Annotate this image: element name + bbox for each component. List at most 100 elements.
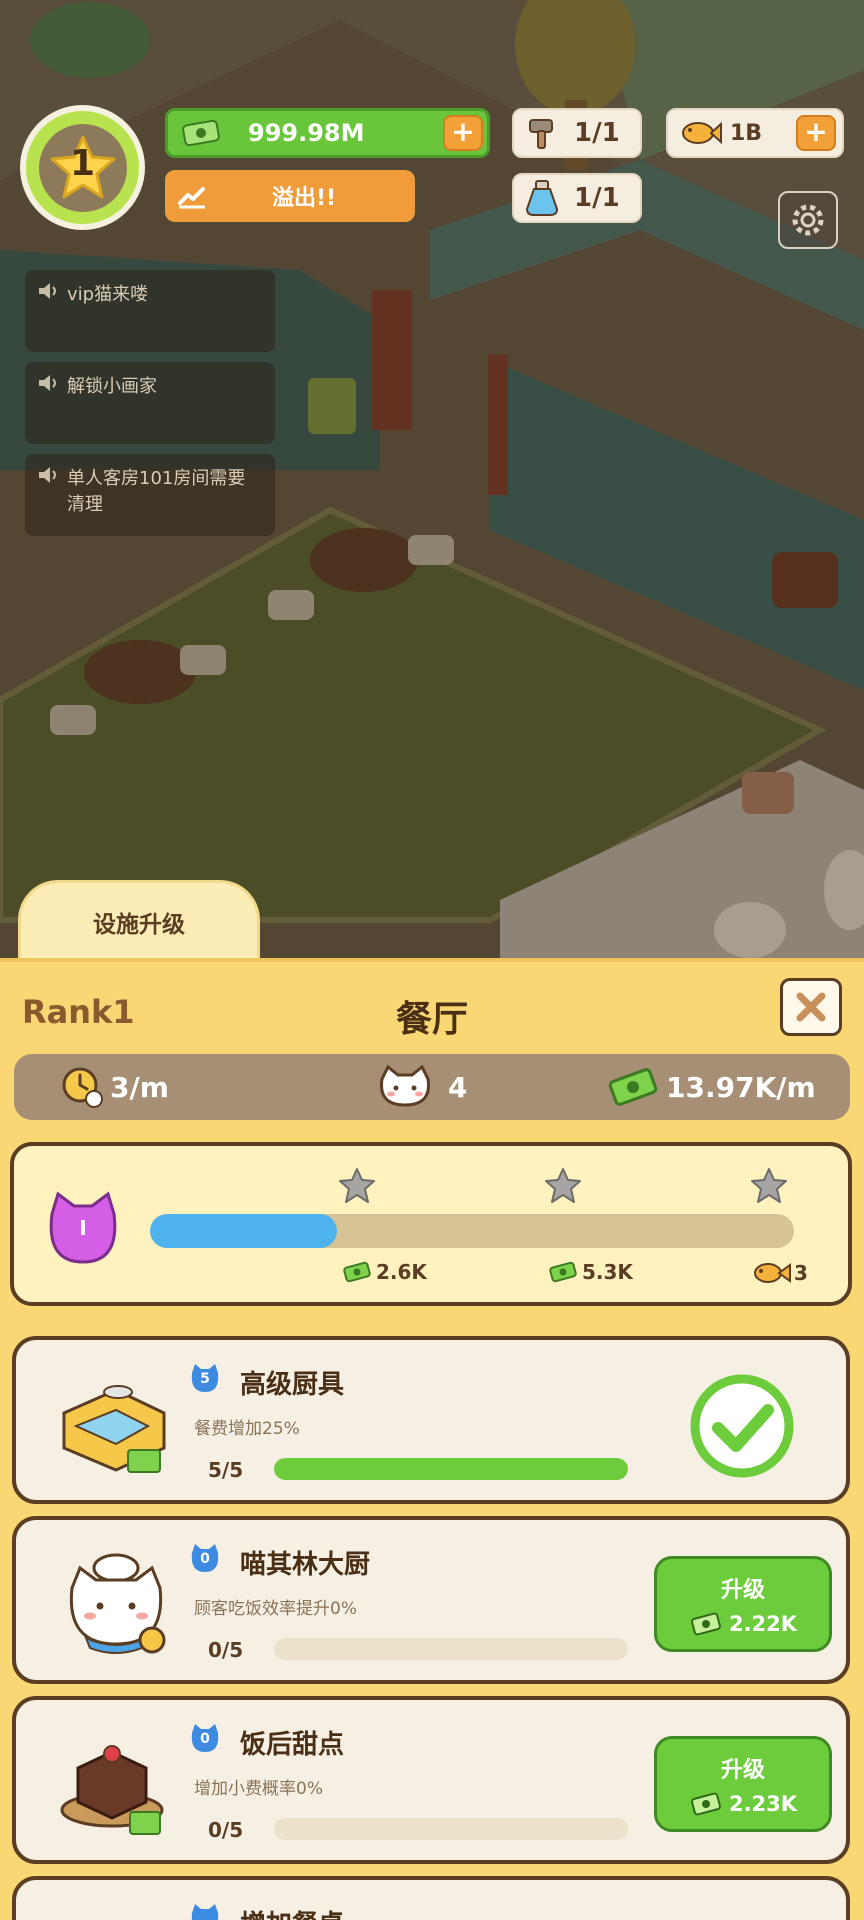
cash-icon [549, 1261, 577, 1283]
upgrade-cost-value: 2.23K [728, 1792, 798, 1816]
upgrade-item: 增加餐桌 [12, 1876, 850, 1920]
gear-icon [792, 204, 824, 236]
player-level: 1 [69, 142, 96, 184]
speaker-icon [39, 375, 56, 391]
item-level-badge: 0 [189, 1723, 221, 1753]
notification-item[interactable]: 单人客房101房间需要清理 [25, 454, 275, 536]
item-progress-count: 0/5 [208, 1638, 244, 1662]
item-name: 喵其林大厨 [240, 1550, 371, 1580]
item-progress-count: 0/5 [208, 1818, 244, 1842]
item-description: 增加小费概率0% [194, 1779, 323, 1799]
money-value: 999.98M [248, 119, 365, 147]
panel-title: 餐厅 [395, 999, 468, 1040]
rank-progress-fill [150, 1214, 337, 1248]
upgrade-cost: 2.22K [689, 1612, 797, 1636]
hammer-counter[interactable]: 1/1 [512, 108, 642, 158]
kitchenware-icon [62, 1385, 166, 1473]
milestone-star-icon [339, 1168, 375, 1203]
notification-text: vip猫来喽 [67, 284, 149, 305]
checkmark-icon [690, 1374, 794, 1478]
trend-up-icon [178, 187, 205, 209]
cash-icon [690, 1792, 721, 1816]
hammer-value: 1/1 [574, 118, 620, 148]
cake-icon [60, 1745, 164, 1835]
tab-label: 设施升级 [93, 911, 185, 938]
cash-icon [608, 1068, 658, 1106]
milestone-star-icon [751, 1168, 787, 1203]
upgrade-item: 5 高级厨具 餐费增加25% 5/5 [12, 1336, 850, 1504]
stat-rate: 3/m [60, 1054, 169, 1120]
cash-icon [690, 1612, 721, 1636]
item-description: 餐费增加25% [194, 1419, 300, 1439]
item-progress-count: 5/5 [208, 1458, 244, 1482]
potion-icon [525, 180, 559, 216]
potion-counter[interactable]: 1/1 [512, 173, 642, 223]
milestone-star-icon [545, 1168, 581, 1203]
settings-button[interactable] [778, 191, 838, 249]
item-progress-bar [274, 1638, 628, 1660]
clock-icon [62, 1067, 103, 1108]
player-level-badge[interactable]: 1 [20, 105, 145, 230]
money-counter: 999.98M [165, 108, 490, 158]
stat-rate-value: 3/m [110, 1070, 169, 1104]
fish-icon [754, 1263, 791, 1283]
item-level: 0 [200, 1551, 210, 1567]
chef-cat-icon [69, 1553, 166, 1654]
item-description: 顾客吃饭效率提升0% [194, 1599, 357, 1619]
milestone-reward: 3 [752, 1260, 808, 1286]
milestone-reward: 2.6K [342, 1260, 427, 1284]
item-level: 0 [200, 1731, 210, 1747]
rank-progress-bar [150, 1214, 794, 1248]
upgrade-button-label: 升级 [720, 1578, 765, 1603]
item-progress-bar [274, 1458, 628, 1480]
item-progress-fill [274, 1458, 628, 1480]
item-level-badge [189, 1903, 221, 1920]
cat-rank-level: I [79, 1216, 87, 1240]
hammer-icon [529, 119, 553, 149]
notification-text: 单人客房101房间需要清理 [67, 468, 246, 515]
cat-face-icon [379, 1065, 431, 1107]
upgrade-item: 0 饭后甜点 增加小费概率0% 0/5 升级 2.23K [12, 1696, 850, 1864]
item-level-badge: 0 [189, 1543, 221, 1573]
milestone-reward-value: 2.6K [376, 1260, 427, 1284]
item-level-badge: 5 [189, 1363, 221, 1393]
fish-icon [682, 121, 722, 145]
overflow-label: 溢出!! [272, 186, 337, 211]
stat-income: 13.97K/m [608, 1054, 816, 1120]
cash-icon [343, 1261, 371, 1283]
speaker-icon [39, 283, 56, 299]
upgrade-item: 0 喵其林大厨 顾客吃饭效率提升0% 0/5 升级 2.22K [12, 1516, 850, 1684]
item-name: 高级厨具 [240, 1370, 345, 1400]
star-icon: 1 [48, 133, 118, 203]
stat-cats: 4 [376, 1054, 467, 1120]
add-money-button[interactable]: + [443, 115, 483, 151]
speaker-icon [39, 467, 56, 483]
notification-text: 解锁小画家 [67, 376, 157, 397]
milestone-reward: 5.3K [548, 1260, 633, 1284]
item-level: 5 [200, 1371, 210, 1387]
stat-cats-value: 4 [448, 1070, 468, 1104]
fish-value: 1B [730, 120, 763, 146]
close-icon [796, 992, 826, 1022]
add-fish-button[interactable]: + [796, 115, 836, 151]
upgrade-button-label: 升级 [720, 1758, 765, 1783]
close-button[interactable] [780, 978, 842, 1036]
upgrade-cost: 2.23K [689, 1792, 797, 1816]
tab-facility-upgrade[interactable]: 设施升级 [18, 880, 260, 960]
milestone-reward-value: 5.3K [582, 1260, 633, 1284]
upgrade-cost-value: 2.22K [728, 1612, 798, 1636]
item-name: 饭后甜点 [240, 1730, 345, 1760]
notification-item[interactable]: vip猫来喽 [25, 270, 275, 352]
item-progress-bar [274, 1818, 628, 1840]
item-name: 增加餐桌 [240, 1904, 344, 1920]
milestone-reward-value: 3 [794, 1261, 808, 1285]
rank-progress-card: I 2.6K 5.3K 3 [10, 1142, 852, 1306]
stat-income-value: 13.97K/m [666, 1070, 816, 1104]
stats-bar: 3/m 4 13.97K/m [14, 1054, 850, 1120]
upgrade-button[interactable]: 升级 2.23K [654, 1736, 832, 1832]
cash-icon [182, 120, 220, 146]
notification-item[interactable]: 解锁小画家 [25, 362, 275, 444]
overflow-button[interactable]: 溢出!! [165, 170, 415, 222]
upgrade-button[interactable]: 升级 2.22K [654, 1556, 832, 1652]
potion-value: 1/1 [574, 183, 620, 213]
